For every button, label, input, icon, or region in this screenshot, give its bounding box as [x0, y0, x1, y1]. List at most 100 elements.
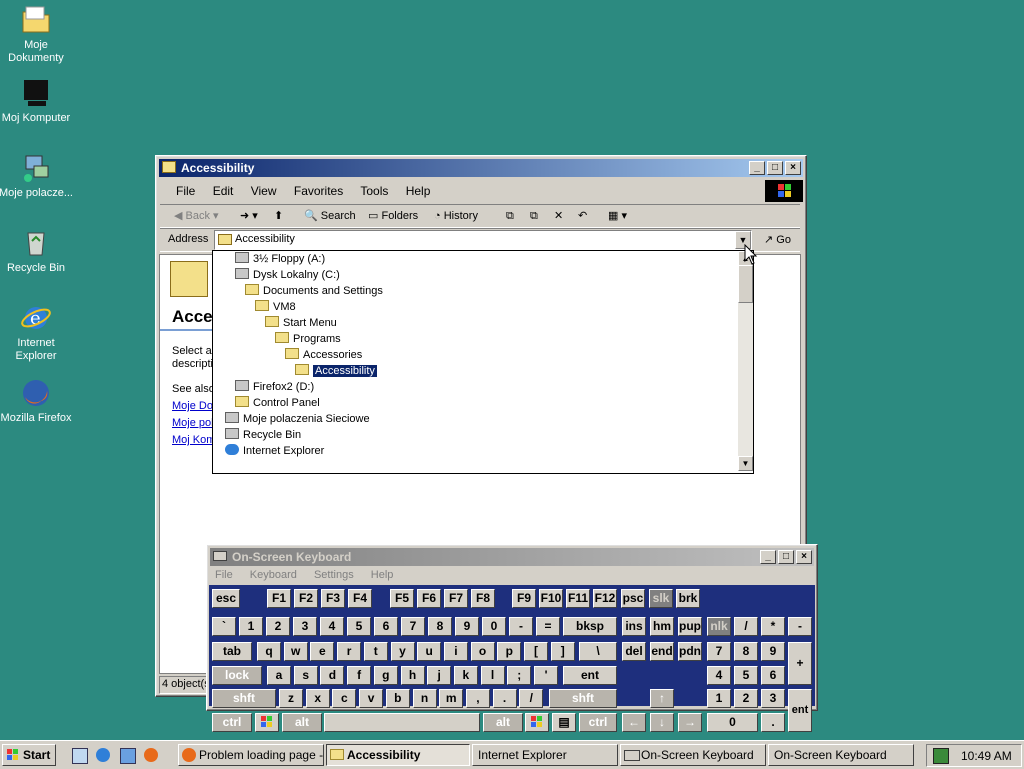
tree-item-recycle-bin[interactable]: Recycle Bin	[225, 427, 301, 443]
key-letter[interactable]: w	[283, 642, 308, 661]
key-letter[interactable]: p	[497, 642, 522, 661]
key-letter[interactable]: f	[347, 666, 372, 685]
key-numpad-5[interactable]: 5	[734, 666, 758, 685]
osk-close-button[interactable]: ×	[796, 550, 812, 564]
maximize-button[interactable]: □	[767, 161, 783, 175]
key-letter[interactable]: a	[267, 666, 291, 685]
network-tray-icon[interactable]	[933, 748, 949, 764]
close-button[interactable]: ×	[785, 161, 801, 175]
key-backspace[interactable]: bksp	[563, 617, 617, 636]
key-home[interactable]: hm	[650, 617, 674, 636]
delete-button[interactable]: ✕	[554, 205, 563, 227]
osk-menu-file[interactable]: File	[215, 569, 233, 581]
key-numpad-7[interactable]: 7	[707, 642, 731, 661]
tree-item-network-connections[interactable]: Moje polaczenia Sieciowe	[225, 411, 370, 427]
key-letter[interactable]: b	[385, 689, 410, 708]
key-letter[interactable]: /	[519, 689, 544, 708]
osk-menu-help[interactable]: Help	[371, 569, 394, 581]
tree-item-programs[interactable]: Programs	[275, 331, 341, 347]
key-numpad-enter[interactable]: ent	[788, 689, 812, 732]
key-num-row[interactable]: 7	[401, 617, 425, 636]
key-f9[interactable]: F9	[512, 589, 536, 608]
key-f11[interactable]: F11	[566, 589, 590, 608]
key-letter[interactable]: y	[390, 642, 415, 661]
desktop-icon-mozilla-firefox[interactable]: Mozilla Firefox	[0, 377, 74, 425]
menu-help[interactable]: Help	[406, 184, 431, 198]
key-right-shift[interactable]: shft	[549, 689, 617, 708]
taskbar-osk-1[interactable]: On-Screen Keyboard	[620, 744, 766, 766]
tree-item-firefox2-drive[interactable]: Firefox2 (D:)	[235, 379, 314, 395]
forward-button[interactable]: ➜ ▾	[240, 205, 258, 227]
key-slk[interactable]: slk	[649, 589, 673, 608]
menu-view[interactable]: View	[251, 184, 277, 198]
scroll-thumb[interactable]	[738, 265, 753, 303]
desktop-icon-network[interactable]: Moje polacze...	[0, 152, 74, 200]
key-num-row[interactable]: 5	[347, 617, 371, 636]
key-num-row[interactable]: =	[536, 617, 560, 636]
tree-item-documents-and-settings[interactable]: Documents and Settings	[245, 283, 383, 299]
key-letter[interactable]: s	[293, 666, 318, 685]
undo-button[interactable]: ↶	[578, 205, 587, 227]
key-letter[interactable]: g	[373, 666, 398, 685]
key-letter[interactable]: [	[524, 642, 548, 661]
key-letter[interactable]: c	[332, 689, 357, 708]
key-esc[interactable]: esc	[212, 589, 240, 608]
tree-item-vm8[interactable]: VM8	[255, 299, 296, 315]
key-left-shift[interactable]: shft	[212, 689, 276, 708]
key-letter[interactable]: ]	[550, 642, 575, 661]
key-numpad-9[interactable]: 9	[761, 642, 785, 661]
firefox-icon[interactable]	[144, 748, 158, 762]
key-left-alt[interactable]: alt	[282, 713, 322, 732]
desktop-icon-my-computer[interactable]: Moj Komputer	[0, 77, 74, 125]
key-f4[interactable]: F4	[348, 589, 372, 608]
key-num-row[interactable]: 9	[455, 617, 479, 636]
copy-to-button[interactable]: ⧉	[530, 205, 538, 227]
key-f12[interactable]: F12	[593, 589, 617, 608]
key-arrow-right[interactable]: →	[678, 713, 702, 732]
key-delete[interactable]: del	[622, 642, 646, 661]
osk-maximize-button[interactable]: □	[778, 550, 794, 564]
key-psc[interactable]: psc	[621, 589, 645, 608]
go-button[interactable]: ↗ Go	[764, 233, 791, 246]
key-numpad-multiply[interactable]: *	[761, 617, 785, 636]
key-numpad-minus[interactable]: -	[788, 617, 812, 636]
key-menu-icon[interactable]: ▤	[552, 713, 576, 732]
taskbar-osk-2[interactable]: On-Screen Keyboard	[768, 744, 914, 766]
key-f8[interactable]: F8	[471, 589, 495, 608]
key-letter[interactable]: '	[534, 666, 558, 685]
key-numpad-divide[interactable]: /	[734, 617, 758, 636]
history-button[interactable]: ◔ History	[434, 205, 478, 227]
key-numpad-6[interactable]: 6	[761, 666, 785, 685]
osk-menu-settings[interactable]: Settings	[314, 569, 354, 581]
key-letter[interactable]: l	[480, 666, 505, 685]
key-letter[interactable]: h	[400, 666, 425, 685]
menu-tools[interactable]: Tools	[360, 184, 388, 198]
key-right-ctrl[interactable]: ctrl	[579, 713, 617, 732]
taskbar-accessibility[interactable]: Accessibility	[326, 744, 470, 766]
desktop-icon-my-documents[interactable]: Moje Dokumenty	[0, 4, 74, 65]
link-my-computer[interactable]: Moj Kom	[172, 434, 215, 446]
tree-item-accessibility[interactable]: Accessibility	[295, 363, 378, 379]
start-button[interactable]: Start	[2, 744, 56, 766]
key-brk[interactable]: brk	[676, 589, 700, 608]
scroll-down-button[interactable]: ▼	[738, 456, 753, 471]
key-arrow-down[interactable]: ↓	[650, 713, 674, 732]
views-button[interactable]: ▦ ▾	[608, 205, 627, 227]
key-left-ctrl[interactable]: ctrl	[212, 713, 252, 732]
osk-titlebar[interactable]: On-Screen Keyboard _ □ ×	[210, 548, 814, 566]
key-windows-logo-icon[interactable]	[255, 713, 279, 732]
key-letter[interactable]: v	[359, 689, 384, 708]
tree-item-local-disk[interactable]: Dysk Lokalny (C:)	[235, 267, 340, 283]
outlook-express-icon[interactable]	[120, 748, 136, 764]
desktop-icon-recycle-bin[interactable]: Recycle Bin	[0, 227, 74, 275]
key-letter[interactable]: n	[412, 689, 437, 708]
key-letter[interactable]: ,	[465, 689, 490, 708]
key-letter[interactable]: .	[492, 689, 517, 708]
key-letter[interactable]: x	[305, 689, 330, 708]
key-letter[interactable]: o	[470, 642, 495, 661]
key-page-up[interactable]: pup	[678, 617, 702, 636]
key-letter[interactable]: e	[310, 642, 335, 661]
key-num-row[interactable]: 2	[266, 617, 290, 636]
address-combobox[interactable]: Accessibility ▼	[214, 230, 752, 250]
key-num-row[interactable]: 1	[239, 617, 263, 636]
